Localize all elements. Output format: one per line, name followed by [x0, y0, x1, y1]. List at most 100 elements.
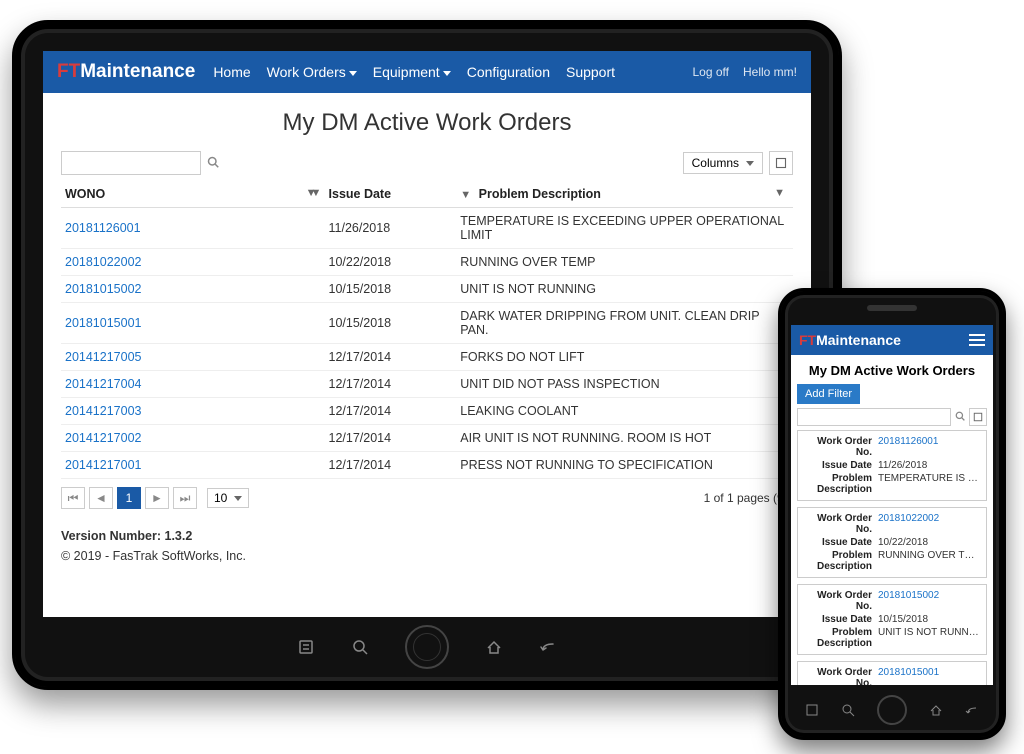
chevron-down-icon — [746, 161, 754, 166]
brand-ft: FT — [799, 332, 816, 348]
nav-support[interactable]: Support — [566, 64, 615, 80]
menu-icon[interactable] — [297, 638, 315, 656]
table-row: 2018101500210/15/2018UNIT IS NOT RUNNING — [61, 276, 793, 303]
home-button[interactable] — [405, 625, 449, 669]
card-label: Issue Date — [804, 460, 878, 471]
phone-page-title: My DM Active Work Orders — [791, 355, 993, 384]
wono-link[interactable]: 20141217002 — [61, 425, 325, 452]
search-input[interactable] — [797, 408, 951, 426]
search-icon[interactable] — [351, 638, 369, 656]
chevron-down-icon — [349, 71, 357, 76]
page-title: My DM Active Work Orders — [61, 109, 793, 137]
work-order-card: Work Order No.20181015002Issue Date10/15… — [797, 584, 987, 655]
menu-icon[interactable] — [805, 703, 819, 717]
tablet-screen: FTMaintenance Home Work Orders Equipment… — [43, 51, 811, 617]
col-problem[interactable]: ▼ Problem Description ▼ — [456, 181, 793, 208]
issue-date-cell: 12/17/2014 — [325, 452, 457, 479]
brand-logo: FTMaintenance — [57, 61, 195, 83]
phone-device: FTMaintenance My DM Active Work Orders A… — [778, 288, 1006, 740]
work-order-card: Work Order No.20181126001Issue Date11/26… — [797, 430, 987, 501]
pager-prev[interactable]: ◄ — [89, 487, 113, 509]
nav-work-orders[interactable]: Work Orders — [267, 64, 357, 80]
nav-bar: Home Work Orders Equipment Configuration… — [213, 64, 615, 80]
issue-date-cell: 10/15/2018 — [325, 303, 457, 344]
brand-ft: FT — [57, 61, 80, 82]
card-label: Work Order No. — [804, 667, 878, 685]
wono-link[interactable]: 20181015001 — [878, 667, 980, 685]
wono-link[interactable]: 20181126001 — [878, 436, 980, 458]
phone-hw-buttons — [781, 695, 1003, 725]
card-label: Work Order No. — [804, 436, 878, 458]
nav-configuration[interactable]: Configuration — [467, 64, 550, 80]
problem-cell: AIR UNIT IS NOT RUNNING. ROOM IS HOT — [456, 425, 793, 452]
work-order-card: Work Order No.20181015001 — [797, 661, 987, 685]
search-input[interactable] — [61, 151, 201, 175]
table-row: 2014121700312/17/2014LEAKING COOLANT — [61, 398, 793, 425]
card-value: TEMPERATURE IS EXCEEDING U — [878, 473, 980, 495]
wono-link[interactable]: 20141217005 — [61, 344, 325, 371]
logoff-link[interactable]: Log off — [693, 65, 729, 79]
back-icon[interactable] — [539, 638, 557, 656]
col-issue-date[interactable]: Issue Date ▼ — [325, 181, 457, 208]
col-wono[interactable]: WONO ▼ — [61, 181, 325, 208]
wono-link[interactable]: 20141217003 — [61, 398, 325, 425]
chevron-down-icon — [443, 71, 451, 76]
nav-work-orders-label: Work Orders — [267, 64, 346, 80]
problem-cell: UNIT DID NOT PASS INSPECTION — [456, 371, 793, 398]
page-size-select[interactable]: 10 — [207, 488, 249, 508]
wono-link[interactable]: 20141217004 — [61, 371, 325, 398]
search-icon[interactable] — [841, 703, 855, 717]
pager-page-1[interactable]: 1 — [117, 487, 141, 509]
card-value: 10/22/2018 — [878, 537, 980, 548]
filter-icon[interactable]: ▼ — [774, 187, 785, 199]
card-label: Issue Date — [804, 537, 878, 548]
refresh-button[interactable] — [769, 151, 793, 175]
nav-home[interactable]: Home — [213, 64, 250, 80]
table-row: 2018112600111/26/2018TEMPERATURE IS EXCE… — [61, 208, 793, 249]
card-label: Problem Description — [804, 627, 878, 649]
problem-cell: DARK WATER DRIPPING FROM UNIT. CLEAN DRI… — [456, 303, 793, 344]
hello-user: Hello mm! — [743, 65, 797, 79]
pager-next[interactable]: ► — [145, 487, 169, 509]
card-value: 10/15/2018 — [878, 614, 980, 625]
phone-toolbar — [791, 408, 993, 430]
search-icon[interactable] — [955, 411, 965, 424]
tablet-hw-buttons — [15, 625, 839, 669]
card-label: Issue Date — [804, 614, 878, 625]
problem-cell: TEMPERATURE IS EXCEEDING UPPER OPERATION… — [456, 208, 793, 249]
version-label: Version Number: — [61, 529, 165, 543]
wono-link[interactable]: 20181022002 — [878, 513, 980, 535]
wono-link[interactable]: 20181022002 — [61, 249, 325, 276]
columns-button[interactable]: Columns — [683, 152, 763, 174]
back-icon[interactable] — [965, 703, 979, 717]
wono-link[interactable]: 20181015002 — [61, 276, 325, 303]
wono-link[interactable]: 20181015001 — [61, 303, 325, 344]
table-row: 2014121700112/17/2014PRESS NOT RUNNING T… — [61, 452, 793, 479]
add-filter-button[interactable]: Add Filter — [797, 384, 860, 404]
col-wono-label: WONO — [65, 187, 105, 201]
nav-equipment[interactable]: Equipment — [373, 64, 451, 80]
problem-cell: PRESS NOT RUNNING TO SPECIFICATION — [456, 452, 793, 479]
brand-maintenance: Maintenance — [80, 61, 195, 82]
col-problem-label: Problem Description — [479, 187, 601, 201]
house-icon[interactable] — [929, 703, 943, 717]
wono-link[interactable]: 20141217001 — [61, 452, 325, 479]
card-label: Work Order No. — [804, 513, 878, 535]
card-value: RUNNING OVER TEMP — [878, 550, 980, 572]
page-size-value: 10 — [214, 491, 227, 505]
refresh-button[interactable] — [969, 408, 987, 426]
table-toolbar: Columns — [61, 151, 793, 175]
filter-icon[interactable]: ▼ — [311, 187, 322, 199]
filter-icon[interactable]: ▼ — [460, 189, 471, 201]
brand-maintenance: Maintenance — [816, 332, 901, 348]
pager-first[interactable]: ⏮ — [61, 487, 85, 509]
hamburger-icon[interactable] — [969, 334, 985, 346]
issue-date-cell: 10/15/2018 — [325, 276, 457, 303]
search-icon[interactable] — [207, 156, 219, 171]
wono-link[interactable]: 20181015002 — [878, 590, 980, 612]
wono-link[interactable]: 20181126001 — [61, 208, 325, 249]
home-button[interactable] — [877, 695, 907, 725]
pager-last[interactable]: ⏭ — [173, 487, 197, 509]
work-order-table: WONO ▼ Issue Date ▼ ▼ Problem Descriptio… — [61, 181, 793, 479]
house-icon[interactable] — [485, 638, 503, 656]
